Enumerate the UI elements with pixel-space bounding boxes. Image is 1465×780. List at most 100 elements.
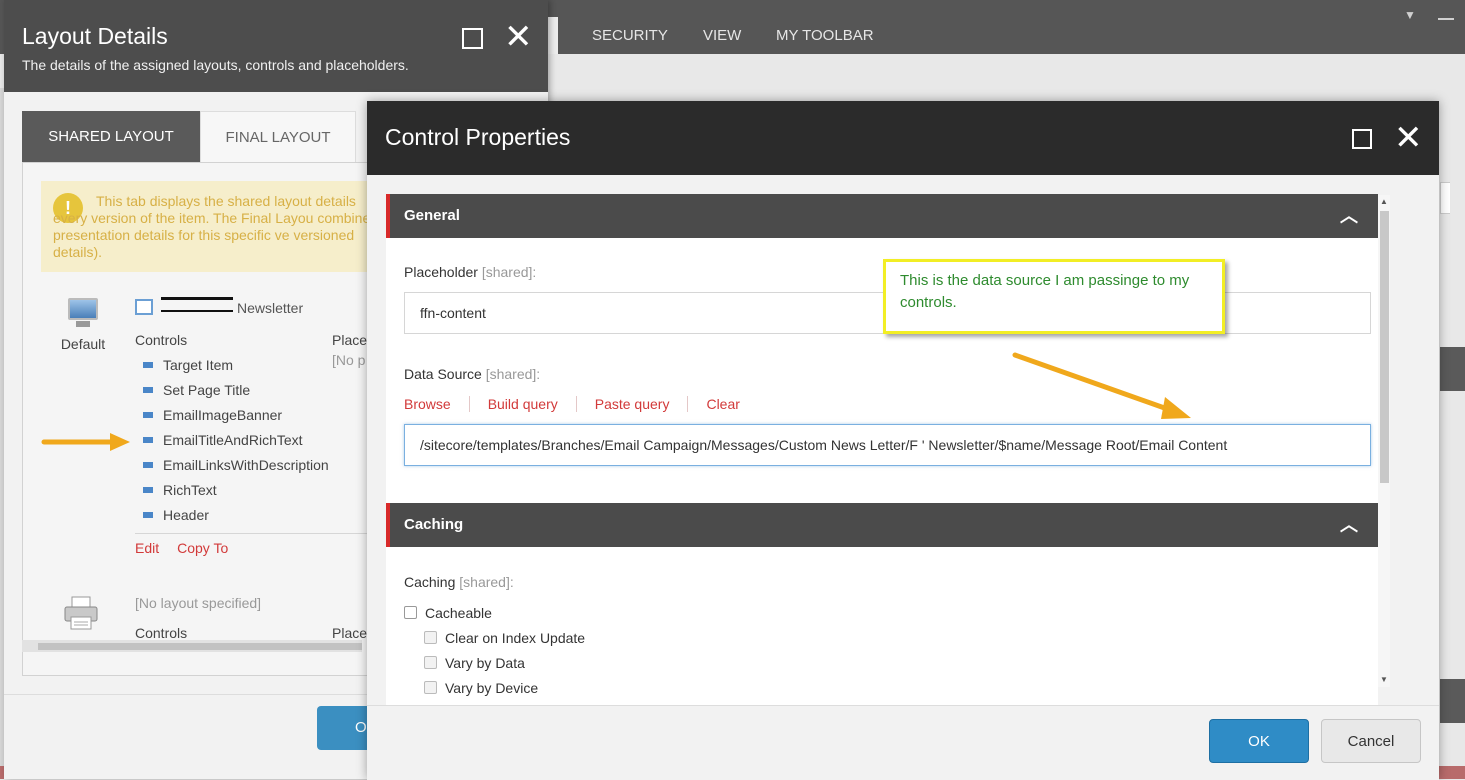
browse-link[interactable]: Browse: [404, 396, 470, 412]
control-label: Header: [163, 507, 209, 523]
control-label: Target Item: [163, 357, 234, 373]
datasource-actions: Browse Build query Paste query Clear: [404, 396, 776, 412]
annotation-callout: This is the data source I am passinge to…: [883, 259, 1225, 334]
maximize-icon[interactable]: [462, 28, 483, 49]
vary-by-device-checkbox[interactable]: Vary by Device: [424, 680, 538, 696]
background-right-bar: [1440, 347, 1465, 391]
placeholder-header: Place: [332, 332, 368, 348]
controls-header: Controls: [135, 625, 188, 641]
background-field: [1440, 182, 1450, 214]
placeholder-header: Place: [332, 625, 368, 641]
datasource-input[interactable]: /sitecore/templates/Branches/Email Campa…: [404, 424, 1371, 466]
minimize-icon[interactable]: [1438, 18, 1454, 20]
control-icon: [143, 512, 153, 518]
clear-on-index-update-checkbox[interactable]: Clear on Index Update: [424, 630, 585, 646]
chevron-up-icon[interactable]: ︿: [1340, 194, 1358, 238]
device-default[interactable]: Default: [53, 298, 113, 352]
device-actions: Edit Copy To: [135, 540, 246, 556]
layout-name: Newsletter: [237, 300, 304, 316]
dialog-footer: OK Cancel: [367, 705, 1439, 780]
vary-by-data-checkbox[interactable]: Vary by Data: [424, 655, 525, 671]
control-icon: [143, 412, 153, 418]
control-icon: [143, 387, 153, 393]
checkbox-icon[interactable]: [424, 631, 437, 644]
checkbox-icon[interactable]: [404, 606, 417, 619]
control-icon: [143, 487, 153, 493]
control-item[interactable]: EmailLinksWithDescription: [143, 453, 329, 478]
control-properties-dialog: Control Properties ✕ General ︿ Placehold…: [367, 101, 1439, 780]
close-icon[interactable]: ✕: [504, 20, 533, 54]
controls-header: Controls: [135, 332, 188, 348]
section-general-header[interactable]: General ︿: [386, 194, 1378, 238]
monitor-icon: [68, 298, 98, 327]
ribbon-collapse-icon[interactable]: ▼: [1404, 8, 1416, 22]
vertical-scrollbar[interactable]: ▲ ▼: [1378, 195, 1390, 687]
placeholder-label: Placeholder [shared]:: [404, 264, 537, 280]
layout-name-row[interactable]: Newsletter: [135, 297, 303, 316]
copy-to-link[interactable]: Copy To: [177, 540, 228, 556]
control-item[interactable]: Set Page Title: [143, 378, 329, 403]
control-item[interactable]: Header: [143, 503, 329, 528]
control-label: EmailLinksWithDescription: [163, 457, 329, 473]
clear-link[interactable]: Clear: [706, 396, 757, 412]
device-label: Default: [60, 336, 106, 352]
control-label: RichText: [163, 482, 217, 498]
control-item[interactable]: RichText: [143, 478, 329, 503]
control-icon: [143, 437, 153, 443]
dialog-subtitle: The details of the assigned layouts, con…: [22, 57, 409, 73]
section-title: Caching: [404, 516, 464, 533]
placeholder-value: [No p: [332, 352, 366, 368]
ribbon-tab-view[interactable]: VIEW: [687, 17, 757, 54]
annotation-arrow-icon: [1012, 352, 1191, 419]
dialog-title: Layout Details: [22, 23, 168, 49]
ok-button[interactable]: OK: [1209, 719, 1309, 763]
control-icon: [143, 362, 153, 368]
redacted-text: [161, 297, 233, 312]
section-title: General: [404, 207, 460, 224]
annotation-arrow-icon: [41, 433, 130, 451]
scroll-down-icon[interactable]: ▼: [1380, 675, 1388, 684]
ribbon-tab-security[interactable]: SECURITY: [576, 17, 684, 54]
control-icon: [143, 462, 153, 468]
section-caching-header[interactable]: Caching ︿: [386, 503, 1378, 547]
properties-content: General ︿ Placeholder [shared]: ffn-cont…: [386, 194, 1378, 705]
control-item[interactable]: EmailImageBanner: [143, 403, 329, 428]
edit-link[interactable]: Edit: [135, 540, 159, 556]
notice-text: This tab displays the shared layout deta…: [53, 193, 379, 260]
checkbox-icon[interactable]: [424, 656, 437, 669]
divider: [135, 533, 375, 534]
build-query-link[interactable]: Build query: [487, 396, 577, 412]
tab-final-layout[interactable]: FINAL LAYOUT: [200, 111, 356, 162]
horizontal-scrollbar[interactable]: [22, 640, 362, 652]
control-label: Set Page Title: [163, 382, 251, 398]
control-label: EmailTitleAndRichText: [163, 432, 303, 448]
control-item[interactable]: EmailTitleAndRichText: [143, 428, 329, 453]
controls-list: Target Item Set Page Title EmailImageBan…: [143, 353, 329, 528]
printer-icon[interactable]: [63, 595, 99, 631]
tab-shared-layout[interactable]: SHARED LAYOUT: [22, 111, 200, 162]
control-item[interactable]: Target Item: [143, 353, 329, 378]
no-layout-text: [No layout specified]: [135, 595, 262, 611]
shared-layout-panel: ! This tab displays the shared layout de…: [22, 162, 380, 676]
dialog-body: General ︿ Placeholder [shared]: ffn-cont…: [367, 175, 1439, 705]
control-properties-header: Control Properties ✕: [367, 101, 1439, 175]
close-icon[interactable]: ✕: [1394, 121, 1423, 155]
datasource-label: Data Source [shared]:: [404, 366, 541, 382]
scrollbar-thumb[interactable]: [38, 643, 362, 650]
background-right-bar: [1440, 679, 1465, 723]
cacheable-checkbox[interactable]: Cacheable: [404, 605, 492, 621]
layout-details-header: Layout Details The details of the assign…: [4, 0, 548, 92]
control-label: EmailImageBanner: [163, 407, 283, 423]
checkbox-icon[interactable]: [424, 681, 437, 694]
ribbon-tab-my-toolbar[interactable]: MY TOOLBAR: [760, 17, 890, 54]
info-notice: ! This tab displays the shared layout de…: [41, 181, 379, 272]
paste-query-link[interactable]: Paste query: [594, 396, 689, 412]
layout-icon: [135, 299, 153, 315]
maximize-icon[interactable]: [1352, 129, 1372, 149]
chevron-up-icon[interactable]: ︿: [1340, 503, 1358, 547]
caching-label: Caching [shared]:: [404, 574, 514, 590]
scroll-up-icon[interactable]: ▲: [1380, 197, 1388, 206]
scrollbar-thumb[interactable]: [1380, 211, 1389, 483]
dialog-title: Control Properties: [385, 124, 571, 150]
cancel-button[interactable]: Cancel: [1321, 719, 1421, 763]
